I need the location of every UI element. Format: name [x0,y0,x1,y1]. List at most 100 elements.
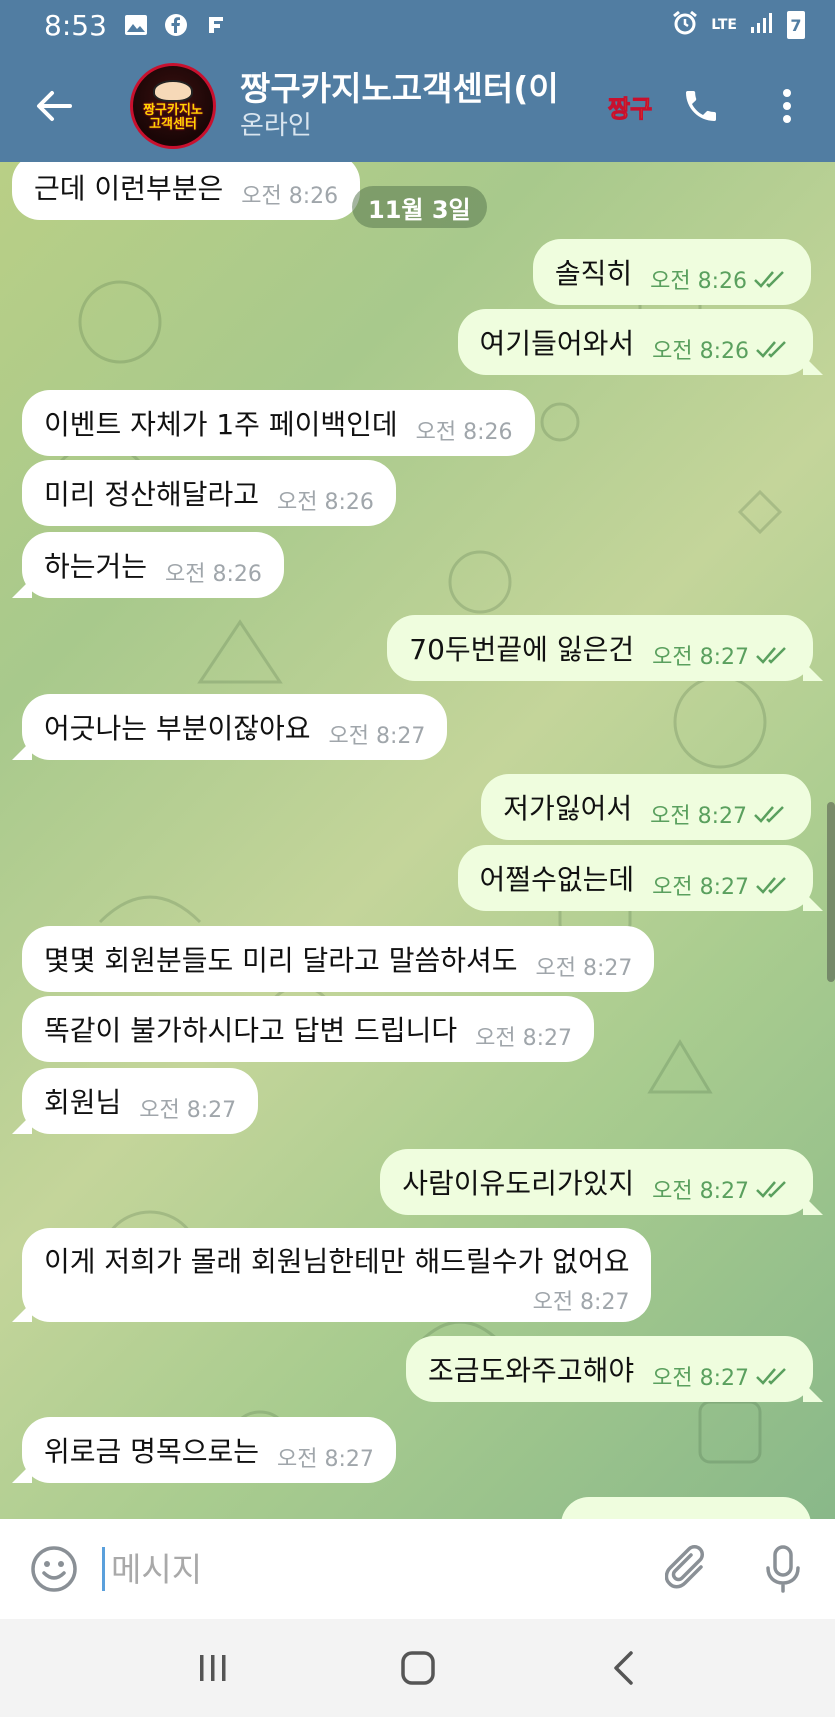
emoji-icon [31,1546,77,1592]
signal-icon [749,11,775,39]
message-input[interactable] [102,1547,562,1591]
status-bar: 8:53 LTE 7 [0,0,835,50]
message-text: 미리 정산해달라고 [44,478,259,511]
phone-icon [686,91,716,121]
paperclip-icon [665,1545,704,1589]
chat-info[interactable]: 짱구카지노고객센터(이 온라인 [240,69,600,143]
emoji-button[interactable] [26,1541,82,1597]
message-time: 오전 8:27 [535,956,633,981]
message-time: 오전 8:26 [276,490,374,515]
attach-button[interactable] [659,1541,715,1597]
avatar-text-1: 짱구카지노 [143,103,203,118]
battery-level: 7 [790,15,802,35]
message-time: 오전 8:27 [650,804,747,829]
message-bubble-incoming[interactable]: 미리 정산해달라고 오전 8:26 [22,460,396,526]
message-time: 오전 8:26 [652,339,749,364]
message-bubble-incoming[interactable]: 어긋나는 부분이잖아요 오전 8:27 [22,694,448,760]
message-bubble-incoming[interactable]: 똑같이 불가하시다고 답변 드립니다 오전 8:27 [22,996,594,1062]
message-time: 오전 8:27 [139,1098,237,1123]
message-text: 몇몇 회원분들도 미리 달라고 말씀하셔도 [44,944,518,977]
message-text: 여기들어와서 [479,327,635,360]
call-button[interactable] [671,76,731,136]
message-text: 이게 저희가 몰래 회원님한테만 해드릴수가 없어요 [44,1245,630,1278]
gallery-icon [123,12,149,38]
date-badge: 11월 3일 [352,186,487,228]
chat-status: 온라인 [240,111,312,141]
double-check-icon [755,1165,791,1199]
message-bubble-incoming[interactable]: 근데 이런부분은 오전 8:26 [12,162,361,220]
message-bubble-outgoing[interactable]: 여기들어와서 오전 8:26 [457,309,813,375]
back-button[interactable] [26,78,82,134]
message-time: 오전 8:26 [415,420,513,445]
double-check-icon [755,631,791,665]
message-text: 조금도와주고해야 [428,1354,635,1387]
battery-icon: 7 [787,11,805,39]
microphone-icon [766,1545,800,1593]
scrollbar-thumb[interactable] [827,802,835,982]
message-text: 어쩔수없는데 [479,863,635,896]
double-check-icon [753,255,789,289]
arrow-left-icon [37,91,72,121]
message-text: 위로금 명목으로는 [44,1435,259,1468]
message-bubble-incoming[interactable]: 이게 저희가 몰래 회원님한테만 해드릴수가 없어요 오전 8:27 [22,1228,652,1322]
double-check-icon [755,325,791,359]
avatar-text-2: 고객센터 [149,117,197,132]
message-time: 오전 8:27 [532,1290,630,1315]
more-options-button[interactable] [757,76,817,136]
message-bubble-outgoing[interactable]: 조금도와주고해야 오전 8:27 [406,1336,813,1402]
message-text: 어긋나는 부분이잖아요 [44,712,311,745]
message-bubble-outgoing[interactable]: 사람이유도리가있지 오전 8:27 [380,1149,813,1215]
avatar[interactable]: 짱구카지노 고객센터 [130,63,216,149]
message-text: 70두번끝에 잃은건 [409,633,635,666]
message-time: 오전 8:27 [475,1026,572,1051]
message-time: 오전 8:27 [652,645,749,670]
chat-area[interactable]: 근데 이런부분은 오전 8:26 11월 3일 솔직히 오전 8:26 여기들어… [0,162,835,1519]
system-navigation-bar [0,1619,835,1717]
recent-apps-icon [199,1655,225,1681]
system-back-button[interactable] [593,1638,653,1698]
message-bubble-incoming[interactable]: 하는거는 오전 8:26 [22,532,284,598]
message-text: 근데 이런부분은 [34,172,224,205]
chat-title: 짱구카지노고객센터(이 [240,69,559,108]
message-text: 하는거는 [44,550,148,583]
message-time: 오전 8:27 [276,1447,374,1472]
flipboard-icon [203,12,229,38]
message-text: 이벤트 자체가 1주 페이백인데 [44,408,398,441]
facebook-icon [163,12,189,38]
home-button[interactable] [388,1638,448,1698]
double-check-icon [755,1352,791,1386]
network-type: LTE [711,17,737,33]
message-bubble-outgoing[interactable]: 솔직히 오전 8:26 [532,239,811,305]
message-bubble-incoming[interactable]: 몇몇 회원분들도 미리 달라고 말씀하셔도 오전 8:27 [22,926,655,992]
message-bubble-outgoing[interactable]: 저가잃어서 오전 8:27 [481,774,811,840]
chat-header: 짱구카지노 고객센터 짱구카지노고객센터(이 온라인 짱구 [0,50,835,162]
double-check-icon [755,861,791,895]
voice-record-button[interactable] [755,1541,811,1597]
message-text: 솔직히 [554,257,633,290]
message-time: 오전 8:26 [165,562,262,587]
message-bubble-incoming[interactable]: 이벤트 자체가 1주 페이백인데 오전 8:26 [22,390,535,456]
alarm-icon [671,9,699,41]
avatar-face [153,80,193,102]
message-composer [0,1519,835,1619]
message-time: 오전 8:27 [328,724,426,749]
message-bubble-incoming[interactable]: 위로금 명목으로는 오전 8:27 [22,1417,396,1483]
message-text: 사람이유도리가있지 [402,1167,635,1200]
message-bubble-outgoing[interactable]: 70두번끝에 잃은건 오전 8:27 [387,615,813,681]
message-time: 오전 8:26 [241,184,339,209]
title-sticker: 짱구 [607,94,653,123]
recent-apps-button[interactable] [183,1638,243,1698]
message-text: 저가잃어서 [503,792,633,825]
message-bubble-outgoing[interactable]: 어쩔수없는데 오전 8:27 [457,845,813,911]
double-check-icon [753,790,789,824]
message-text: 똑같이 불가하시다고 답변 드립니다 [44,1014,458,1047]
home-icon [400,1651,435,1685]
message-bubble-outgoing-partial[interactable] [561,1497,811,1519]
message-bubble-incoming[interactable]: 회원님 오전 8:27 [22,1068,259,1134]
message-time: 오전 8:27 [652,1179,749,1204]
message-time: 오전 8:26 [650,269,747,294]
message-time: 오전 8:27 [652,875,749,900]
status-time: 8:53 [44,8,107,42]
more-vertical-icon [783,89,791,123]
chevron-left-icon [613,1651,633,1685]
